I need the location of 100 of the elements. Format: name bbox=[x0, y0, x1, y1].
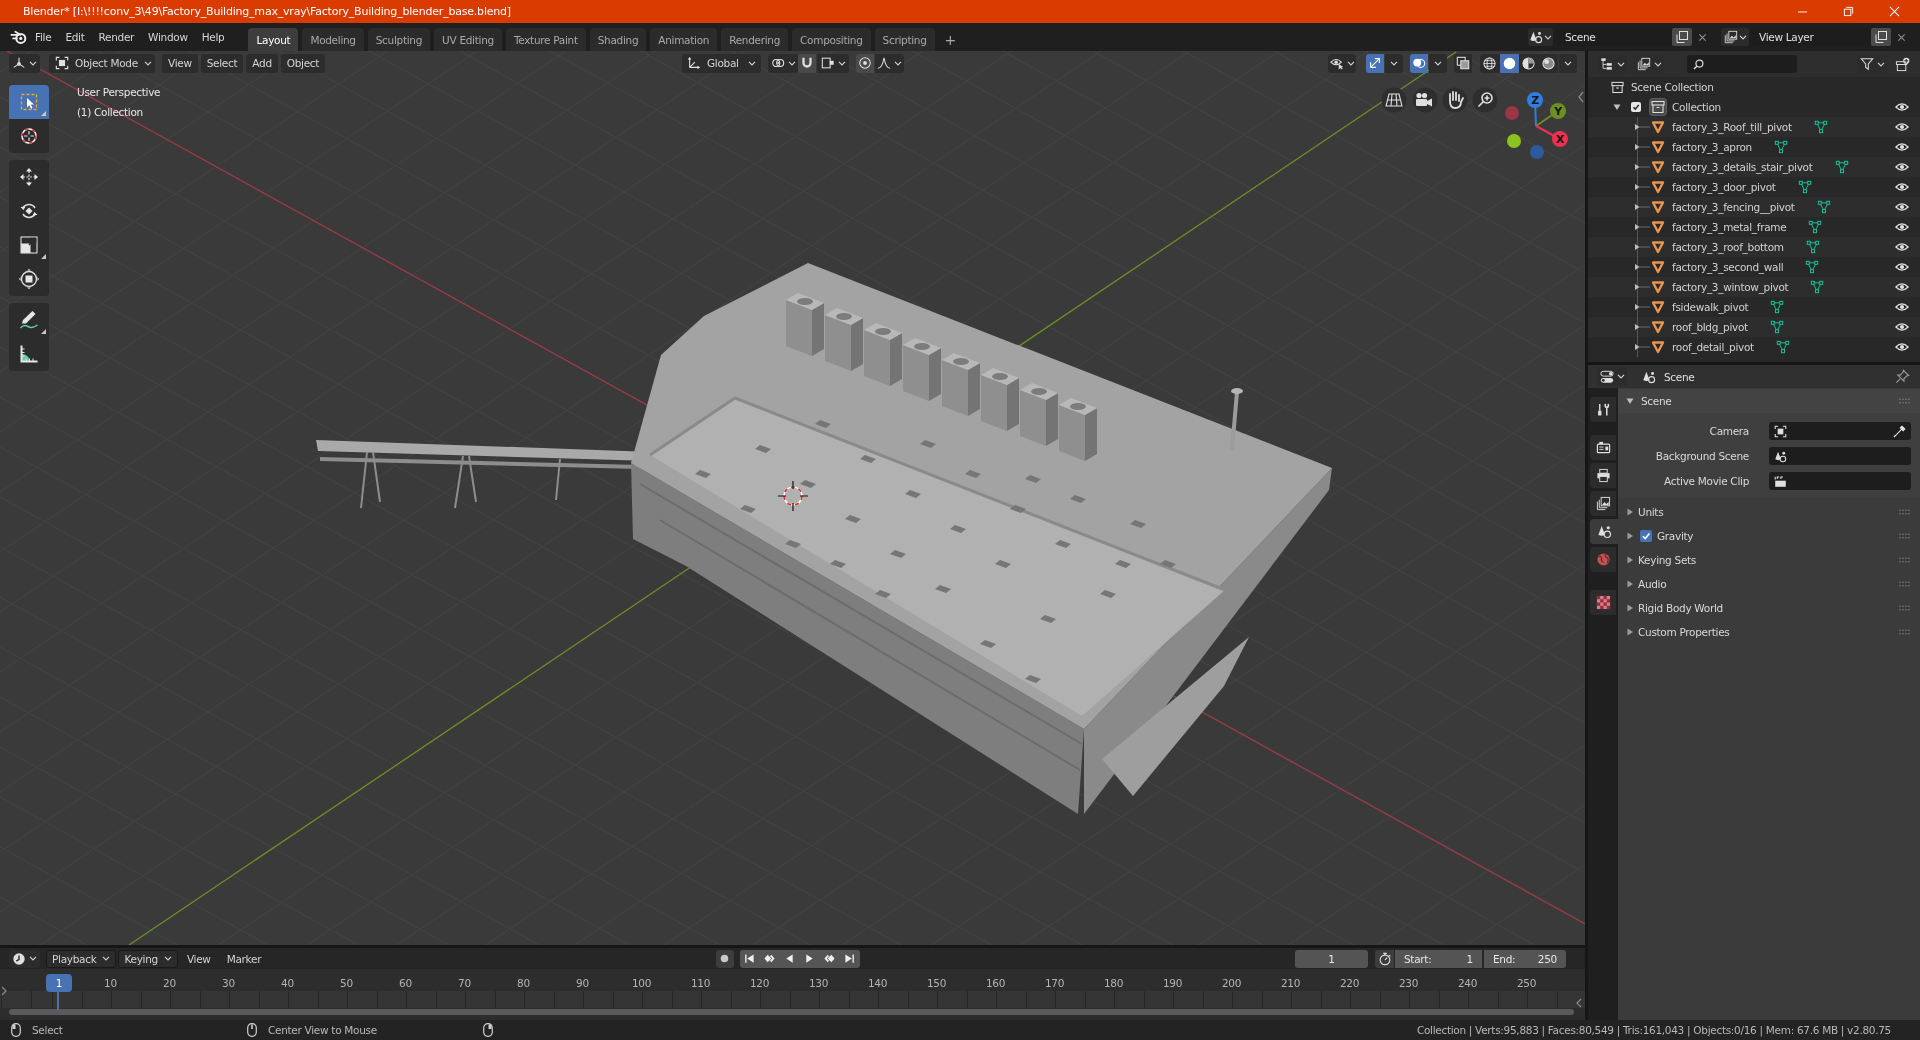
mesh-data-icon[interactable] bbox=[1775, 340, 1790, 354]
eye-icon[interactable] bbox=[1895, 102, 1909, 112]
chevron-left-icon[interactable] bbox=[1576, 998, 1582, 1008]
start-frame-field[interactable]: Start: 1 bbox=[1395, 949, 1482, 968]
proportional-edit-toggle[interactable] bbox=[856, 53, 874, 73]
eye-icon[interactable] bbox=[1895, 122, 1909, 132]
expand-arrow-icon[interactable] bbox=[1634, 223, 1650, 231]
expand-arrow-icon[interactable] bbox=[1634, 163, 1650, 171]
duplicate-icon[interactable] bbox=[1871, 28, 1891, 46]
expand-arrow-icon[interactable] bbox=[1634, 243, 1650, 251]
negative-axis-handle[interactable] bbox=[1530, 145, 1544, 159]
disclosure-triangle-icon[interactable] bbox=[1613, 103, 1621, 111]
workspace-tab[interactable]: Animation bbox=[650, 28, 718, 51]
panel-header[interactable]: Units bbox=[1618, 500, 1920, 524]
editor-type-button[interactable] bbox=[1597, 367, 1627, 386]
disclosure-triangle-icon[interactable] bbox=[1626, 508, 1634, 516]
shading-button[interactable] bbox=[1499, 53, 1519, 73]
axis-handle[interactable]: X bbox=[1535, 125, 1568, 147]
tool-button[interactable] bbox=[9, 119, 49, 153]
eye-icon[interactable] bbox=[1895, 202, 1909, 212]
eye-icon[interactable] bbox=[1895, 222, 1909, 232]
properties-tab[interactable] bbox=[1590, 435, 1616, 460]
properties-tab[interactable] bbox=[1590, 590, 1616, 615]
tool-button[interactable] bbox=[9, 262, 49, 296]
workspace-tab[interactable]: Texture Paint bbox=[505, 28, 586, 51]
new-collection-icon[interactable] bbox=[1895, 56, 1910, 72]
editor-type-button[interactable] bbox=[9, 949, 40, 968]
eye-icon[interactable] bbox=[1895, 242, 1909, 252]
menu-item[interactable]: File bbox=[28, 27, 59, 47]
menu-item[interactable]: Edit bbox=[58, 27, 92, 47]
orientation-dropdown[interactable]: Global bbox=[682, 53, 761, 73]
add-workspace-button[interactable]: + bbox=[938, 28, 962, 51]
eye-icon[interactable] bbox=[1895, 342, 1909, 352]
outliner-row[interactable]: Scene Collection bbox=[1588, 77, 1920, 97]
mesh-data-icon[interactable] bbox=[1769, 320, 1784, 334]
workspace-tab[interactable]: Modeling bbox=[302, 28, 364, 51]
workspace-tab[interactable]: Sculpting bbox=[367, 28, 431, 51]
panel-header[interactable]: Scene bbox=[1618, 389, 1920, 413]
menu-button[interactable]: View bbox=[162, 53, 198, 73]
panel-header[interactable]: Custom Properties bbox=[1618, 620, 1920, 644]
object-field[interactable] bbox=[1769, 447, 1911, 465]
duplicate-icon[interactable] bbox=[1672, 28, 1692, 46]
expand-arrow-icon[interactable] bbox=[1634, 263, 1650, 271]
properties-tab[interactable] bbox=[1590, 491, 1616, 516]
drag-handle-icon[interactable] bbox=[1899, 629, 1910, 635]
mesh-data-icon[interactable] bbox=[1816, 200, 1831, 214]
falloff-dropdown[interactable] bbox=[875, 53, 904, 73]
mesh-data-icon[interactable] bbox=[1797, 180, 1812, 194]
eye-icon[interactable] bbox=[1895, 182, 1909, 192]
disclosure-triangle-icon[interactable] bbox=[1626, 532, 1634, 540]
menu-dropdown[interactable]: Playback bbox=[46, 949, 117, 968]
close-icon[interactable] bbox=[1897, 32, 1906, 42]
axis-handle[interactable]: Z bbox=[1527, 92, 1543, 127]
panel-header[interactable]: Rigid Body World bbox=[1618, 596, 1920, 620]
expand-arrow-icon[interactable] bbox=[1634, 143, 1650, 151]
eyedropper-icon[interactable] bbox=[1893, 424, 1906, 438]
tool-button[interactable] bbox=[9, 160, 49, 194]
chevron-left-icon[interactable] bbox=[1578, 91, 1584, 103]
menu-item[interactable]: Render bbox=[91, 27, 142, 47]
outliner-row[interactable]: factory_3_Roof_till_pivot bbox=[1588, 117, 1920, 137]
gizmo-toggle[interactable] bbox=[1366, 53, 1384, 73]
axis-handle[interactable]: Y bbox=[1535, 103, 1566, 127]
view-layer-selector-button[interactable] bbox=[1721, 28, 1749, 46]
expand-arrow-icon[interactable] bbox=[1634, 283, 1650, 291]
properties-tab[interactable] bbox=[1590, 463, 1616, 488]
expand-arrow-icon[interactable] bbox=[1634, 123, 1650, 131]
checkbox[interactable] bbox=[1640, 530, 1652, 542]
overlays-toggle[interactable] bbox=[1410, 53, 1428, 73]
eye-icon[interactable] bbox=[1895, 142, 1909, 152]
search-field[interactable] bbox=[1687, 55, 1797, 73]
properties-tab[interactable] bbox=[1590, 397, 1616, 422]
mode-dropdown[interactable]: Object Mode bbox=[49, 53, 155, 73]
zoom-button[interactable] bbox=[1472, 87, 1498, 113]
close-icon[interactable] bbox=[1698, 32, 1707, 42]
outliner-row[interactable]: factory_3_wintow_pivot bbox=[1588, 277, 1920, 297]
pivot-dropdown[interactable] bbox=[768, 53, 798, 73]
chevron-right-icon[interactable] bbox=[1, 986, 7, 996]
tool-button[interactable] bbox=[9, 337, 49, 371]
tool-button[interactable] bbox=[9, 303, 49, 337]
visibility-dropdown[interactable] bbox=[1328, 53, 1356, 73]
perspective-toggle-button[interactable] bbox=[1381, 87, 1407, 113]
pan-button[interactable] bbox=[1442, 87, 1468, 113]
expand-arrow-icon[interactable] bbox=[1634, 203, 1650, 211]
object-field[interactable] bbox=[1769, 472, 1911, 490]
mesh-data-icon[interactable] bbox=[1834, 160, 1849, 174]
drag-handle-icon[interactable] bbox=[1899, 509, 1910, 515]
scene-selector-button[interactable] bbox=[1528, 28, 1553, 46]
scrollbar[interactable] bbox=[9, 1009, 1574, 1015]
outliner-row[interactable]: roof_bldg_pivot bbox=[1588, 317, 1920, 337]
outliner-row[interactable]: Collection bbox=[1588, 97, 1920, 117]
menu-item[interactable]: Help bbox=[194, 27, 232, 47]
snap-target-dropdown[interactable] bbox=[817, 53, 849, 73]
mesh-data-icon[interactable] bbox=[1810, 280, 1825, 294]
workspace-tab[interactable]: Rendering bbox=[721, 28, 789, 51]
workspace-tab[interactable]: Shading bbox=[589, 28, 647, 51]
menu-dropdown[interactable]: Keying bbox=[118, 949, 178, 968]
pin-icon[interactable] bbox=[1895, 369, 1910, 384]
outliner-row[interactable]: factory_3_details_stair_pivot bbox=[1588, 157, 1920, 177]
end-frame-field[interactable]: End: 250 bbox=[1484, 949, 1566, 968]
editor-type-button[interactable] bbox=[9, 53, 40, 73]
